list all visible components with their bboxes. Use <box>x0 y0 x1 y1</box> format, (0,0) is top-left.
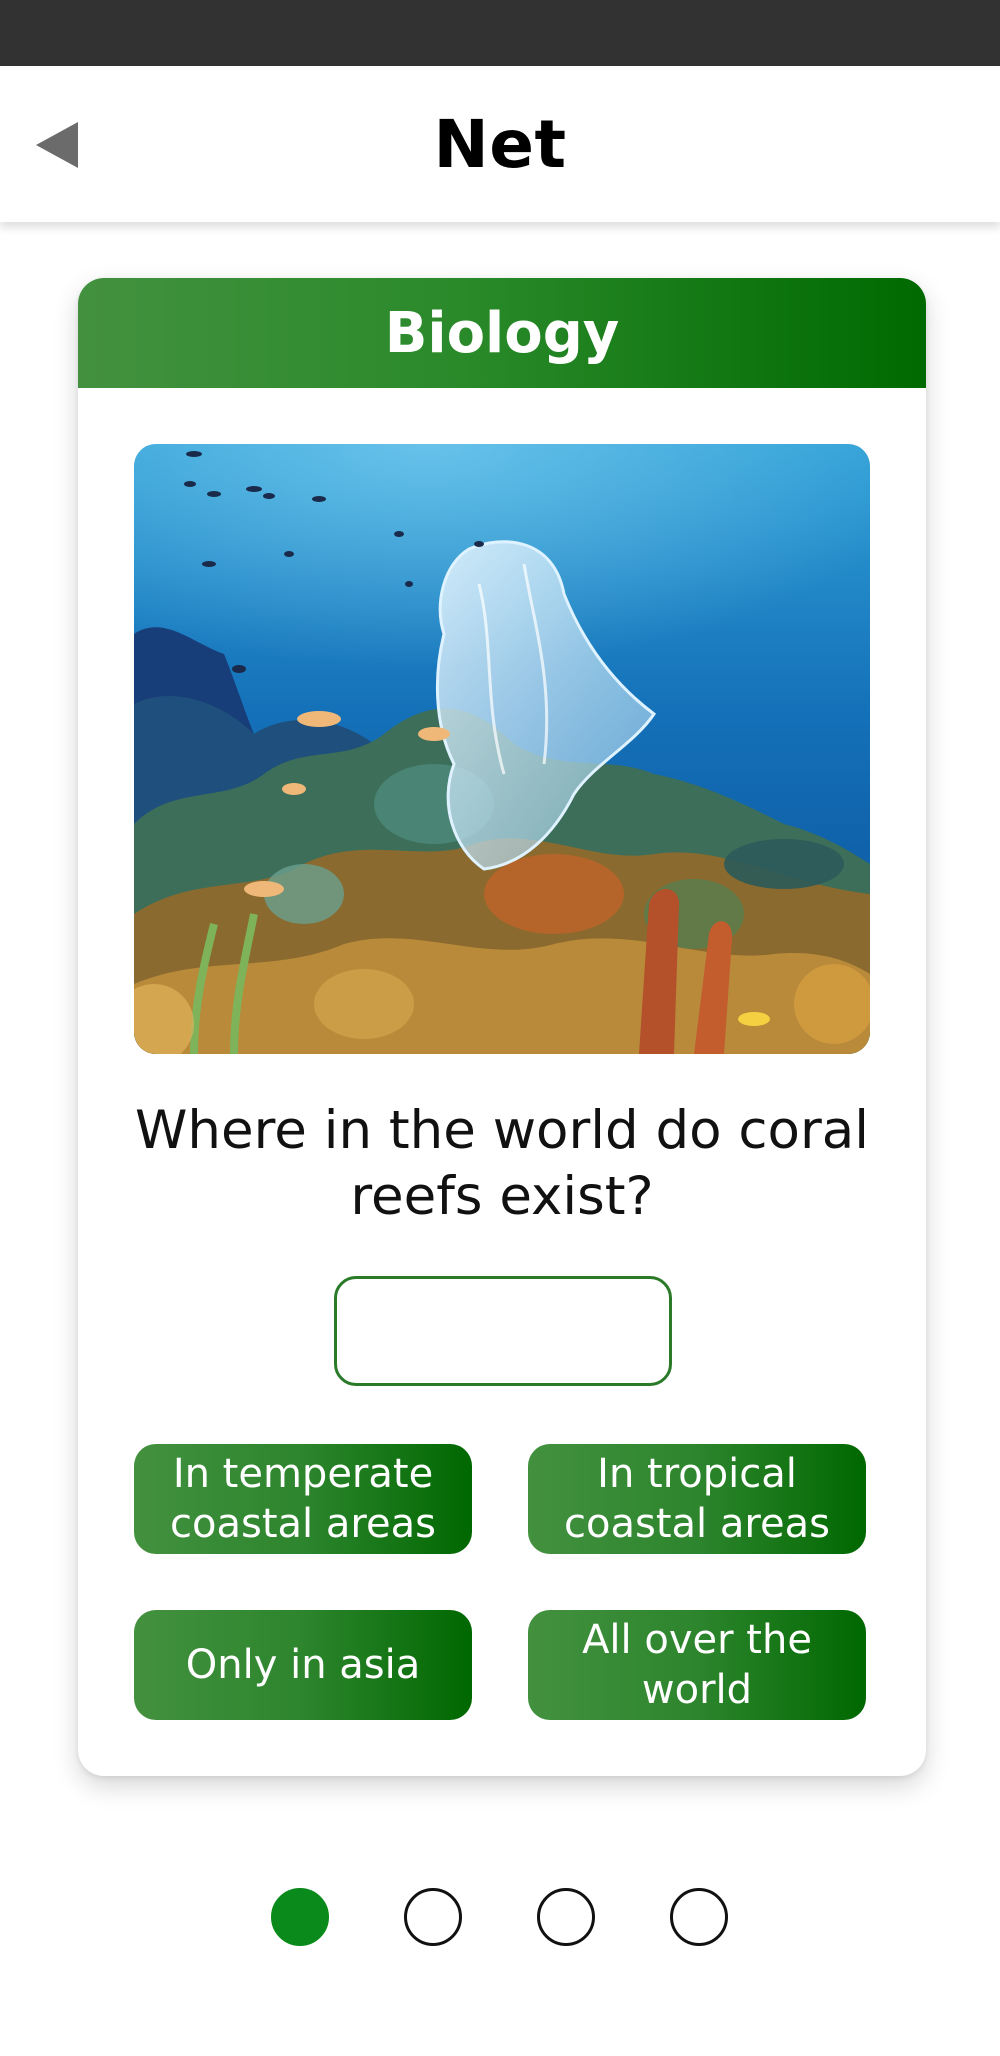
subject-title: Biology <box>384 300 620 366</box>
pagination-dots <box>0 1888 1000 1948</box>
page-dot-3[interactable] <box>537 1888 595 1946</box>
option-tropical-button[interactable]: In tropical coastal areas <box>528 1444 866 1554</box>
page-title: Net <box>433 105 567 183</box>
coral-reef-photo <box>134 444 870 1054</box>
option-label: Only in asia <box>185 1642 421 1688</box>
option-asia-button[interactable]: Only in asia <box>134 1610 472 1720</box>
page-dot-1[interactable] <box>271 1888 329 1946</box>
option-temperate-button[interactable]: In temperate coastal areas <box>134 1444 472 1554</box>
option-world-button[interactable]: All over the world <box>528 1610 866 1720</box>
back-arrow-icon <box>36 122 78 168</box>
status-bar <box>0 0 1000 66</box>
option-label: In tropical coastal areas <box>564 1451 830 1547</box>
answer-input[interactable] <box>334 1276 672 1386</box>
back-button[interactable] <box>28 110 98 180</box>
app-bar: Net <box>0 66 1000 222</box>
quiz-card: Biology Where in the world do coral reef… <box>78 278 926 1776</box>
page-dot-2[interactable] <box>404 1888 462 1946</box>
option-label: In temperate coastal areas <box>170 1451 436 1547</box>
question-text: Where in the world do coral reefs exist? <box>135 1100 869 1227</box>
page-dot-4[interactable] <box>670 1888 728 1946</box>
option-label: All over the world <box>582 1617 812 1713</box>
subject-header: Biology <box>78 278 926 388</box>
